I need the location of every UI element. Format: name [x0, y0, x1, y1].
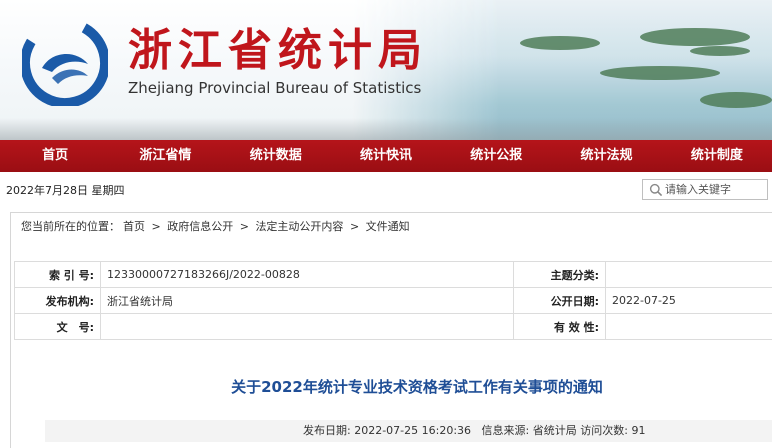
breadcrumb-item-gov-info[interactable]: 政府信息公开 — [167, 220, 233, 233]
article-meta-bar: 发布日期: 2022-07-25 16:20:36 信息来源: 省统计局 访问次… — [45, 420, 772, 442]
current-date: 2022年7月28日 星期四 — [6, 182, 125, 198]
docno-label: 文 号: — [14, 313, 101, 340]
search-input[interactable] — [665, 181, 763, 198]
banner-island — [520, 36, 600, 50]
site-banner: 浙江省统计局 Zhejiang Provincial Bureau of Sta… — [0, 0, 772, 140]
meta-source-value: 省统计局 — [532, 424, 577, 437]
breadcrumb: 您当前所在的位置： 首页 > 政府信息公开 > 法定主动公开内容 > 文件通知 — [21, 218, 413, 234]
date-text: 2022年7月28日 — [6, 184, 88, 197]
info-row: 发布机构: 浙江省统计局 公开日期: 2022-07-25 — [14, 287, 772, 314]
banner-shore — [0, 118, 772, 140]
issuer-value: 浙江省统计局 — [100, 287, 514, 314]
nav-item-statistics-news[interactable]: 统计快讯 — [331, 140, 441, 172]
breadcrumb-item-notices[interactable]: 文件通知 — [366, 220, 410, 233]
docno-value — [100, 313, 514, 340]
issuer-label: 发布机构: — [14, 287, 101, 314]
breadcrumb-separator: > — [151, 220, 161, 233]
search-box[interactable] — [642, 179, 768, 200]
index-label: 索 引 号: — [14, 261, 101, 288]
banner-island — [690, 46, 750, 56]
nav-item-statistics-bulletin[interactable]: 统计公报 — [441, 140, 551, 172]
index-value: 12330000727183266J/2022-00828 — [100, 261, 514, 288]
meta-source-label: 信息来源: — [481, 424, 530, 437]
meta-views-label: 访问次数: — [580, 424, 628, 437]
breadcrumb-separator: > — [239, 220, 249, 233]
breadcrumb-item-home[interactable]: 首页 — [123, 220, 145, 233]
nav-item-statistics-law[interactable]: 统计法规 — [551, 140, 661, 172]
nav-item-statistics-data[interactable]: 统计数据 — [221, 140, 331, 172]
validity-label: 有 效 性: — [513, 313, 606, 340]
site-subtitle: Zhejiang Provincial Bureau of Statistics — [128, 79, 422, 97]
article-title: 关于2022年统计专业技术资格考试工作有关事项的通知 — [231, 378, 603, 396]
pubdate-value: 2022-07-25 — [605, 287, 772, 314]
breadcrumb-prefix: 您当前所在的位置： — [21, 220, 120, 233]
banner-island — [700, 92, 772, 108]
topic-label: 主题分类: — [513, 261, 606, 288]
site-title[interactable]: 浙江省统计局 — [128, 14, 428, 78]
validity-value — [605, 313, 772, 340]
meta-date-value: 2022-07-25 16:20:36 — [354, 424, 472, 437]
topic-value — [605, 261, 772, 288]
search-icon[interactable] — [649, 183, 663, 197]
weekday-text: 星期四 — [91, 184, 125, 197]
meta-date-label: 发布日期: — [303, 424, 351, 437]
main-nav: 首页 浙江省情 统计数据 统计快讯 统计公报 统计法规 统计制度 — [0, 140, 772, 172]
banner-island — [640, 28, 750, 46]
breadcrumb-item-statutory[interactable]: 法定主动公开内容 — [255, 220, 343, 233]
breadcrumb-separator: > — [349, 220, 360, 233]
nav-item-province-info[interactable]: 浙江省情 — [110, 140, 220, 172]
nav-item-home[interactable]: 首页 — [0, 140, 110, 172]
info-row: 文 号: 有 效 性: — [14, 313, 772, 340]
document-info-table: 索 引 号: 12330000727183266J/2022-00828 主题分… — [14, 261, 772, 340]
meta-views-value: 91 — [631, 424, 646, 437]
zjstats-logo-icon[interactable] — [22, 20, 108, 106]
banner-island — [600, 66, 720, 80]
pubdate-label: 公开日期: — [513, 287, 606, 314]
content-panel: 您当前所在的位置： 首页 > 政府信息公开 > 法定主动公开内容 > 文件通知 索… — [10, 212, 772, 448]
info-row: 索 引 号: 12330000727183266J/2022-00828 主题分… — [14, 261, 772, 288]
nav-item-statistics-system[interactable]: 统计制度 — [662, 140, 772, 172]
